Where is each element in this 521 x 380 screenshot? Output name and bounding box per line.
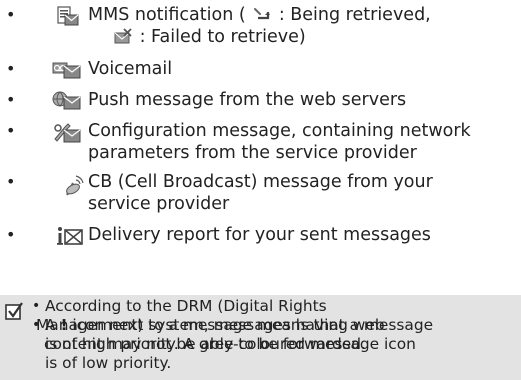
mms-notification-icon [57, 6, 79, 32]
bullet: • [6, 90, 16, 109]
bullet: • [6, 121, 16, 140]
being-retrieved-icon [253, 6, 271, 28]
cell-broadcast-icon [64, 175, 84, 203]
failed-to-retrieve-icon [114, 28, 132, 50]
push-message-icon [52, 91, 82, 117]
voicemail-icon [52, 60, 82, 86]
note-text-line: According to the DRM (Digital Rights [45, 297, 327, 315]
note-bullet: • [32, 298, 41, 314]
item-text-line: Configuration message, containing networ… [88, 121, 471, 141]
item-text-line: : Failed to retrieve) [112, 26, 306, 50]
item-text-line: Delivery report for your sent messages [88, 225, 431, 245]
bullet: • [6, 225, 16, 244]
note-text-line: is of low priority. [45, 354, 172, 372]
item-text-line: MMS notification ( : Being retrieved, [88, 4, 431, 28]
bullet: • [6, 172, 16, 191]
item-text-line: parameters from the service provider [88, 143, 417, 163]
high-priority-exclamation-icon: ! [60, 316, 68, 334]
item-text-line: service provider [88, 194, 230, 214]
bullet: • [6, 5, 16, 24]
note-text-line: A ! icon next to a message means that a … [45, 316, 434, 334]
delivery-report-icon [56, 226, 84, 252]
bullet: • [6, 59, 16, 78]
note-bullet: • [32, 317, 41, 333]
item-text-line: CB (Cell Broadcast) message from your [88, 172, 433, 192]
configuration-message-icon [52, 122, 82, 150]
item-text-line: Voicemail [88, 59, 173, 79]
checkmark-note-icon [4, 301, 24, 325]
note-text-line: is of high priority. A grey-coloured mes… [45, 335, 416, 353]
item-text-line: Push message from the web servers [88, 90, 407, 110]
